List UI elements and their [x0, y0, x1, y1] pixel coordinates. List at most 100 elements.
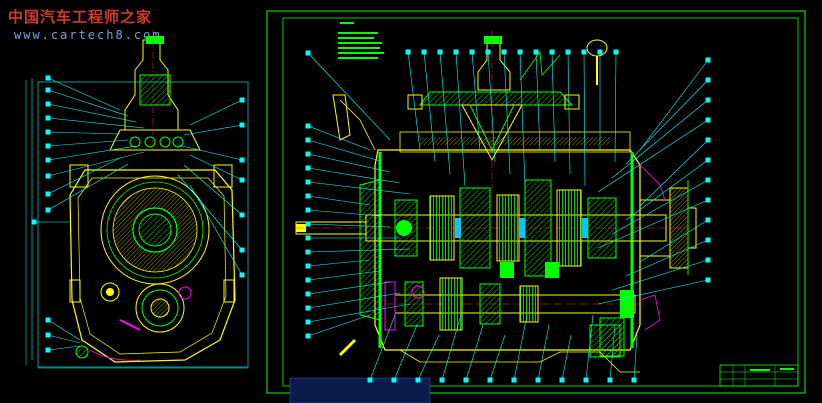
part-number-tag: [705, 117, 711, 123]
leader-line: [639, 59, 709, 151]
part-number-tag: [31, 219, 37, 225]
part-number-tag: [453, 49, 459, 55]
part-number-tag: [535, 377, 541, 383]
part-number-tag: [705, 157, 711, 163]
leader-line: [47, 157, 121, 195]
part-number-tag: [305, 291, 311, 297]
part-number-tag: [511, 377, 517, 383]
part-number-tag: [239, 212, 245, 218]
leader-line: [307, 153, 391, 173]
part-number-tag: [305, 263, 311, 269]
leader-line: [47, 131, 121, 135]
part-number-tag: [463, 377, 469, 383]
leader-line: [519, 51, 526, 187]
leader-line: [487, 51, 496, 163]
part-number-tag: [705, 97, 711, 103]
part-number-tag: [705, 57, 711, 63]
part-number-tag: [45, 347, 51, 353]
part-number-tag: [45, 101, 51, 107]
leader-line: [551, 51, 556, 163]
end-view: [25, 30, 249, 369]
part-number-tag: [45, 173, 51, 179]
part-number-tag: [305, 319, 311, 325]
part-number-tag: [45, 87, 51, 93]
part-number-tag: [367, 377, 373, 383]
leader-line: [611, 259, 709, 291]
leader-line: [611, 179, 709, 235]
part-number-tag: [705, 237, 711, 243]
leader-line: [439, 51, 451, 175]
part-number-tag: [607, 377, 613, 383]
leader-line: [611, 99, 709, 179]
part-number-tag: [305, 333, 311, 339]
part-number-tag: [45, 207, 51, 213]
selection-band: [289, 377, 431, 403]
part-number-tag: [305, 221, 311, 227]
part-number-tag: [45, 143, 51, 149]
part-number-tag: [517, 49, 523, 55]
leader-line: [625, 79, 709, 165]
leader-line: [189, 154, 243, 181]
part-number-tag: [305, 137, 311, 143]
title-block: [719, 364, 799, 387]
part-number-tag: [45, 332, 51, 338]
part-number-tag: [45, 157, 51, 163]
part-number-tag: [305, 235, 311, 241]
leader-line: [47, 334, 81, 344]
part-number-tag: [485, 49, 491, 55]
leader-line: [47, 117, 145, 129]
output-flange: [639, 180, 697, 275]
leader-line: [369, 314, 396, 381]
part-number-tag: [705, 217, 711, 223]
part-number-tag: [305, 50, 311, 56]
leader-line: [423, 51, 436, 163]
section-view: [295, 30, 697, 373]
part-number-tag: [631, 377, 637, 383]
leader-line: [189, 99, 243, 126]
part-number-tag: [705, 77, 711, 83]
part-number-tag: [705, 177, 711, 183]
leader-line: [189, 184, 243, 276]
part-number-tag: [45, 129, 51, 135]
part-number-tag: [421, 49, 427, 55]
leader-line: [47, 145, 137, 161]
part-number-tag: [583, 377, 589, 383]
shift-tower: [109, 30, 201, 151]
part-number-tag: [533, 49, 539, 55]
leader-line: [537, 324, 550, 381]
leader-line: [307, 167, 401, 184]
part-number-tag: [549, 49, 555, 55]
leader-line: [597, 279, 709, 305]
part-number-tag: [705, 137, 711, 143]
leader-line: [47, 151, 145, 177]
leader-line: [465, 324, 484, 381]
part-number-tag: [305, 165, 311, 171]
part-number-tag: [305, 305, 311, 311]
part-number-tag: [45, 191, 51, 197]
leader-line: [583, 51, 586, 187]
part-number-tag: [613, 49, 619, 55]
part-number-tag: [305, 249, 311, 255]
part-number-tag: [705, 257, 711, 263]
part-number-tag: [305, 151, 311, 157]
part-number-tag: [45, 317, 51, 323]
part-number-tag: [239, 122, 245, 128]
leader-line: [513, 314, 528, 381]
part-number-tag: [45, 75, 51, 81]
part-number-tag: [405, 49, 411, 55]
leader-line: [614, 51, 617, 163]
part-number-tag: [239, 247, 245, 253]
part-number-tag: [305, 123, 311, 129]
leader-line: [307, 181, 411, 195]
part-number-tag: [305, 193, 311, 199]
leader-line: [455, 51, 466, 187]
part-number-tag: [705, 197, 711, 203]
leader-line: [489, 334, 506, 381]
leader-line: [47, 77, 121, 111]
leader-line: [47, 319, 81, 341]
part-number-tag: [305, 207, 311, 213]
leader-line: [633, 334, 638, 381]
leader-line: [47, 345, 81, 351]
leader-line: [307, 314, 371, 337]
part-number-tag: [45, 115, 51, 121]
